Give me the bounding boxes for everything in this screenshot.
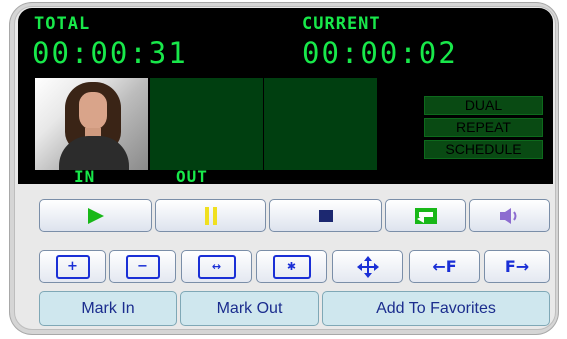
pause-button[interactable]: [155, 199, 266, 232]
total-label: TOTAL: [34, 14, 91, 34]
fit-width-button[interactable]: ↔: [181, 250, 252, 283]
next-frame-label: F→: [504, 257, 530, 276]
play-icon: [87, 207, 104, 224]
volume-button[interactable]: [469, 199, 550, 232]
fit-width-icon: ↔: [197, 254, 236, 279]
display-screen: TOTAL 00:00:31 CURRENT 00:00:02 IN OUT D…: [18, 8, 553, 186]
stop-icon: [318, 209, 333, 222]
repeat-button[interactable]: [385, 199, 466, 232]
mark-in-button[interactable]: Mark In: [39, 291, 177, 326]
pause-icon: [204, 206, 217, 225]
photo-face: [79, 92, 107, 130]
zoom-out-button[interactable]: −: [109, 250, 176, 283]
next-frame-button[interactable]: F→: [484, 250, 550, 283]
in-thumbnail[interactable]: [35, 78, 148, 170]
stop-button[interactable]: [269, 199, 382, 232]
add-to-favorites-button[interactable]: Add To Favorites: [322, 291, 550, 326]
out-thumbnail[interactable]: [150, 78, 263, 170]
play-button[interactable]: [39, 199, 152, 232]
move-button[interactable]: [332, 250, 403, 283]
expand-button[interactable]: ✱: [256, 250, 327, 283]
total-time: 00:00:31: [32, 36, 188, 70]
prev-frame-button[interactable]: ←F: [409, 250, 480, 283]
current-time: 00:00:02: [302, 36, 458, 70]
zoom-in-icon: +: [55, 254, 90, 279]
expand-icon: ✱: [272, 254, 311, 279]
in-label: IN: [74, 167, 96, 186]
prev-frame-label: ←F: [432, 257, 457, 276]
mode-schedule[interactable]: SCHEDULE: [424, 140, 543, 159]
mode-repeat[interactable]: REPEAT: [424, 118, 543, 137]
move-icon: [356, 255, 379, 278]
third-thumbnail[interactable]: [264, 78, 377, 170]
zoom-out-icon: −: [125, 254, 160, 279]
out-label: OUT: [176, 167, 208, 186]
repeat-icon: [414, 207, 437, 224]
mode-dual[interactable]: DUAL: [424, 96, 543, 115]
volume-icon: [499, 207, 516, 224]
zoom-in-button[interactable]: +: [39, 250, 106, 283]
mark-out-button[interactable]: Mark Out: [180, 291, 319, 326]
current-label: CURRENT: [302, 14, 381, 34]
